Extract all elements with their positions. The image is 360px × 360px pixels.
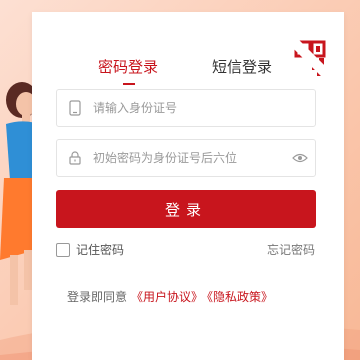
checkbox-box[interactable] [56, 242, 70, 257]
remember-password-checkbox[interactable]: 记住密码 [56, 241, 124, 258]
agreement-text: 登录即同意 《用户协议》 《隐私政策》 [67, 288, 273, 305]
qr-code-icon[interactable] [290, 38, 330, 78]
password-field[interactable] [56, 139, 316, 177]
tab-sms-login[interactable]: 短信登录 [212, 56, 272, 77]
forgot-password-link[interactable]: 忘记密码 [267, 241, 315, 258]
login-button[interactable]: 登录 [56, 190, 316, 228]
privacy-policy-link[interactable]: 《隐私政策》 [207, 290, 273, 304]
eye-icon[interactable] [285, 153, 315, 163]
user-agreement-link[interactable]: 《用户协议》 [131, 290, 203, 304]
agreement-prefix: 登录即同意 [67, 290, 128, 304]
password-input[interactable] [93, 143, 285, 173]
phone-icon [57, 100, 93, 116]
tab-password-login[interactable]: 密码登录 [98, 56, 158, 77]
login-card: 密码登录 短信登录 请输入身份证号 登录 记住密码 忘记密码 登录即同意 《用户… [32, 12, 344, 360]
active-tab-indicator [123, 83, 135, 85]
remember-password-label: 记住密码 [76, 243, 125, 257]
id-number-input[interactable] [93, 93, 315, 123]
lock-icon [57, 151, 93, 165]
id-number-field[interactable] [56, 89, 316, 127]
